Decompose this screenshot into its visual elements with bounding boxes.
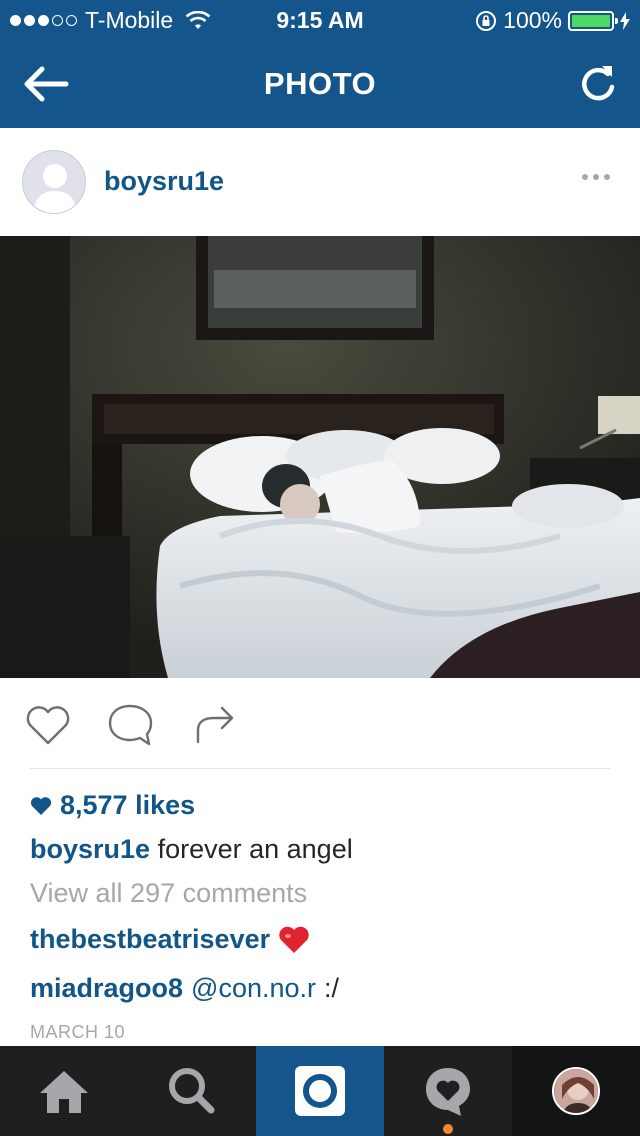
post-header: boysru1e [0,128,640,236]
bedroom-photo [0,236,640,678]
camera-icon [295,1066,345,1116]
profile-avatar [552,1067,600,1115]
filled-heart-icon [30,796,52,815]
default-avatar-icon [23,151,85,213]
battery-percent: 100% [503,7,562,33]
refresh-icon[interactable] [576,60,620,108]
tab-search[interactable] [128,1046,256,1136]
search-icon [169,1068,215,1114]
comment-username[interactable]: thebestbeatrisever [30,924,270,955]
home-icon [40,1071,88,1113]
rotation-lock-icon [476,10,497,31]
tab-activity[interactable] [384,1046,512,1136]
comment-username[interactable]: miadragoo8 [30,973,183,1004]
battery-icon [568,10,618,31]
tab-profile[interactable] [512,1046,640,1136]
notification-dot [443,1124,453,1134]
comment-item: thebestbeatrisever [30,924,310,955]
share-arrow-icon[interactable] [188,700,240,748]
caption-username[interactable]: boysru1e [30,834,150,864]
post-caption: boysru1e forever an angel [30,834,353,865]
status-right: 100% [475,7,630,34]
comment-mention[interactable]: @con.no.r [191,973,316,1004]
status-bar: T-Mobile 9:15 AM 100% [0,0,640,40]
charging-icon [620,11,630,30]
post-username[interactable]: boysru1e [104,166,224,197]
user-avatar[interactable] [22,150,86,214]
divider [30,768,610,769]
like-heart-icon[interactable] [22,700,74,748]
post-date: MARCH 10 [30,1022,126,1042]
red-heart-emoji [279,926,309,953]
tab-home[interactable] [0,1046,128,1136]
comment-bubble-icon[interactable] [104,700,156,748]
view-all-comments-link[interactable]: View all 297 comments [30,878,307,909]
post-photo[interactable] [0,236,640,678]
page-title: PHOTO [263,66,377,101]
likes-count[interactable]: 8,577 likes [30,790,195,821]
post-actions [0,690,640,760]
bottom-tab-bar [0,1046,640,1136]
comment-item: miadragoo8 @con.no.r :/ [30,973,339,1004]
tab-camera[interactable] [256,1046,384,1136]
caption-text: forever an angel [157,834,353,864]
top-bar: T-Mobile 9:15 AM 100% PHOTO [0,0,640,128]
more-options-icon[interactable] [582,174,610,180]
nav-bar: PHOTO [0,40,640,128]
likes-text: 8,577 likes [60,790,196,820]
comment-text: :/ [324,973,340,1003]
activity-heart-bubble-icon [426,1068,470,1116]
